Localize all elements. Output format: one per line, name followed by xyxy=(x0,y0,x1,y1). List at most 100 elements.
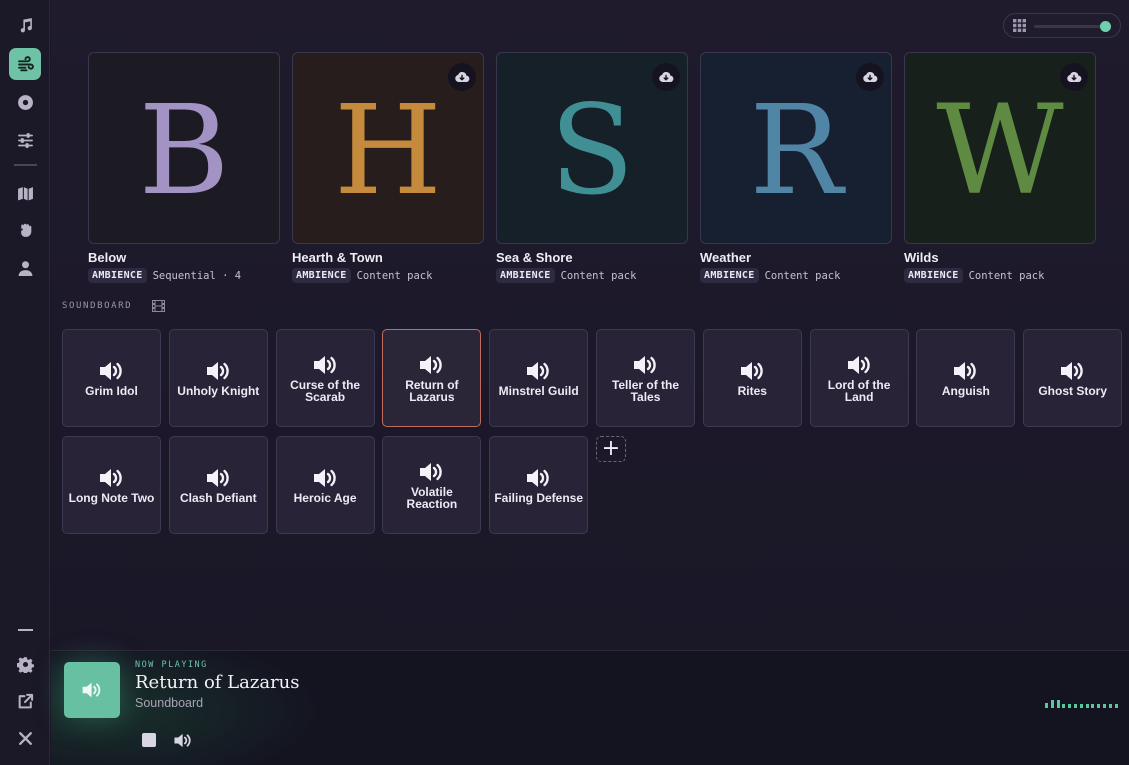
meter-bar xyxy=(1056,700,1060,708)
sound-tile[interactable]: Minstrel Guild xyxy=(489,329,589,427)
sound-tile[interactable]: Volatile Reaction xyxy=(382,436,482,534)
pack-card[interactable]: S Sea & Shore AMBIENCE Content pack xyxy=(496,52,688,283)
sound-tile-label: Teller of the Tales xyxy=(611,377,680,404)
download-button[interactable] xyxy=(448,63,476,91)
music-icon xyxy=(20,17,32,32)
pack-name: Below xyxy=(88,250,127,265)
zoom-control[interactable] xyxy=(1003,13,1121,38)
pack-meta: AMBIENCE Sequential · 4 xyxy=(88,268,280,283)
speaker-icon xyxy=(527,361,549,380)
sidebar-item-map[interactable] xyxy=(9,177,41,209)
sidebar-item-ambience[interactable] xyxy=(9,48,41,80)
speaker-icon xyxy=(100,468,122,487)
sound-tile-label: Return of Lazarus xyxy=(405,377,459,404)
pack-letter: B xyxy=(138,79,230,223)
sound-tile[interactable]: Curse of the Scarab xyxy=(275,329,375,427)
sound-tile-label: Unholy Knight xyxy=(177,383,260,398)
zoom-slider-thumb[interactable] xyxy=(1100,21,1111,32)
meter-bar xyxy=(1074,704,1077,708)
pack-type-badge: AMBIENCE xyxy=(496,268,555,283)
meter-bar xyxy=(1045,703,1048,708)
sliders-icon xyxy=(17,132,33,148)
pack-meta: AMBIENCE Content pack xyxy=(700,268,892,283)
cloud-download-icon xyxy=(455,72,470,83)
pack-type-badge: AMBIENCE xyxy=(88,268,147,283)
now-playing-bar: NOW PLAYING Return of Lazarus Soundboard xyxy=(51,650,1129,765)
cloud-download-icon xyxy=(863,72,878,83)
sound-tile-label: Long Note Two xyxy=(68,490,155,505)
sound-tile-label: Failing Defense xyxy=(494,490,584,505)
download-button[interactable] xyxy=(856,63,884,91)
pack-card[interactable]: B Below AMBIENCE Sequential · 4 xyxy=(88,52,280,283)
sound-tile[interactable]: Anguish xyxy=(916,329,1016,427)
ambience-icon xyxy=(17,55,34,71)
pack-type-badge: AMBIENCE xyxy=(292,268,351,283)
pack-art[interactable]: S xyxy=(496,52,688,244)
meter-bar xyxy=(1114,704,1118,708)
sound-tile[interactable]: Ghost Story xyxy=(1023,329,1123,427)
meter-bar xyxy=(1097,704,1101,708)
volume-button[interactable] xyxy=(173,732,193,749)
pack-name: Weather xyxy=(700,250,752,265)
speaker-icon xyxy=(527,468,549,487)
pack-letter: W xyxy=(936,79,1064,223)
pack-art[interactable]: B xyxy=(88,52,280,244)
zoom-slider-track[interactable] xyxy=(1034,25,1108,28)
main-panel: B Below AMBIENCE Sequential · 4 H Hearth & To… xyxy=(51,0,1129,649)
cloud-download-icon xyxy=(1067,72,1082,83)
pack-meta: AMBIENCE Content pack xyxy=(292,268,484,283)
sound-tile[interactable]: Teller of the Tales xyxy=(596,329,695,427)
map-icon xyxy=(17,186,33,200)
meter-bar xyxy=(1062,704,1066,708)
sound-tile-label: Minstrel Guild xyxy=(498,383,579,398)
sidebar-item-profile[interactable] xyxy=(9,252,41,284)
sidebar-item-disc[interactable] xyxy=(9,86,41,118)
sound-tile[interactable]: Lord of the Land xyxy=(809,329,909,427)
soundboard-heading: SOUNDBOARD xyxy=(62,301,133,311)
pack-letter: H xyxy=(333,79,443,223)
speaker-icon xyxy=(1061,361,1083,380)
download-button[interactable] xyxy=(652,63,680,91)
popout-button[interactable] xyxy=(9,685,41,717)
sound-tile[interactable]: Long Note Two xyxy=(62,436,161,534)
sidebar-item-mixer[interactable] xyxy=(9,124,41,156)
sound-tile[interactable]: Unholy Knight xyxy=(168,329,268,427)
speaker-icon xyxy=(740,361,763,380)
sound-tile[interactable]: Clash Defiant xyxy=(168,436,268,534)
sound-tile-label: Ghost Story xyxy=(1038,383,1108,398)
pack-subtitle: Content pack xyxy=(356,269,433,282)
sound-tile[interactable]: Heroic Age xyxy=(275,436,375,534)
pack-art[interactable]: R xyxy=(700,52,892,244)
sound-tile[interactable]: Grim Idol xyxy=(62,329,161,427)
settings-button[interactable] xyxy=(9,648,41,680)
cloud-download-icon xyxy=(659,72,674,83)
speaker-icon xyxy=(313,468,336,487)
sidebar-item-music[interactable] xyxy=(9,9,41,41)
pack-art[interactable]: W xyxy=(904,52,1096,244)
speaker-icon xyxy=(82,682,101,698)
pack-card[interactable]: H Hearth & Town AMBIENCE Content pack xyxy=(292,52,484,283)
sound-tile[interactable]: Failing Defense xyxy=(489,436,589,534)
speaker-icon xyxy=(420,355,443,374)
speaker-icon xyxy=(100,361,122,380)
pack-art[interactable]: H xyxy=(292,52,484,244)
meter-bar xyxy=(1091,704,1095,708)
download-button[interactable] xyxy=(1060,63,1088,91)
pack-card[interactable]: W Wilds AMBIENCE Content pack xyxy=(904,52,1096,283)
sidebar-item-combat[interactable] xyxy=(9,214,41,246)
close-button[interactable] xyxy=(9,722,41,754)
pack-subtitle: Sequential · 4 xyxy=(152,269,242,282)
meter-bar xyxy=(1079,704,1083,708)
minimize-button[interactable] xyxy=(18,629,33,631)
sound-tile[interactable]: Rites xyxy=(702,329,802,427)
stop-button[interactable] xyxy=(142,733,156,747)
sound-tile-label: Heroic Age xyxy=(293,490,357,505)
sound-tile[interactable]: Return of Lazarus xyxy=(382,329,482,427)
pack-type-badge: AMBIENCE xyxy=(904,268,963,283)
speaker-icon xyxy=(954,361,977,380)
pack-letter: S xyxy=(549,79,635,223)
film-icon[interactable] xyxy=(152,300,165,312)
pack-card[interactable]: R Weather AMBIENCE Content pack xyxy=(700,52,892,283)
add-sound-button[interactable]: + xyxy=(596,436,626,462)
pack-subtitle: Content pack xyxy=(764,269,841,282)
